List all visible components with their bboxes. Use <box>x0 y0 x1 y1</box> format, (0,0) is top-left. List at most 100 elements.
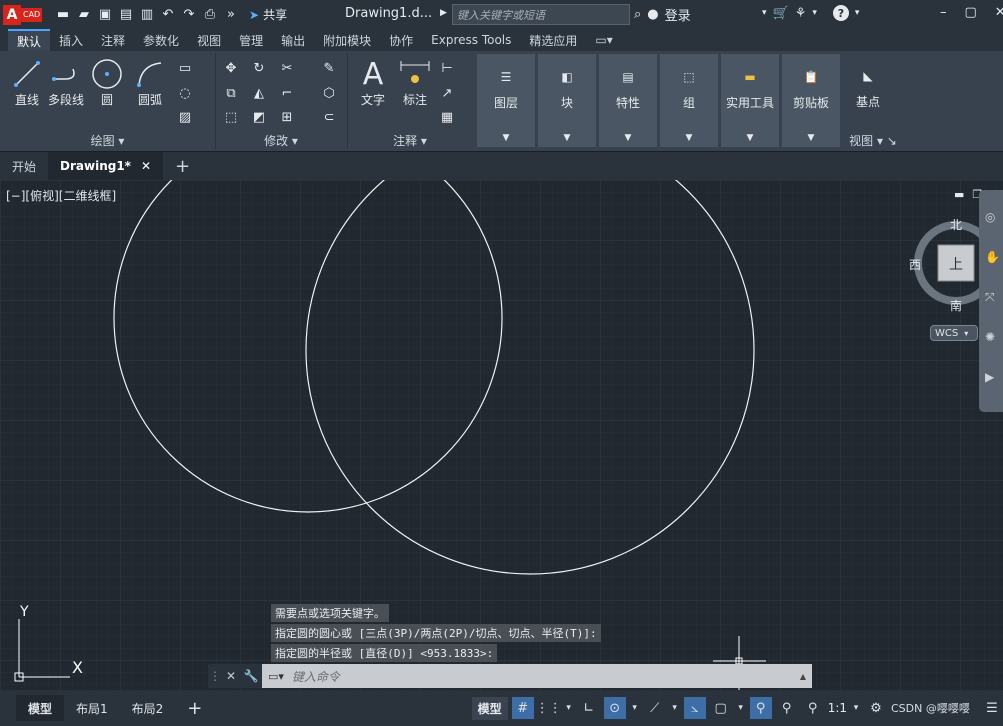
drawing-canvas[interactable]: [−][俯视][二维线框] ▬ ❐ ✕ 北 南 西 东 上 WCS▾ <box>0 180 1003 690</box>
rotate-icon[interactable]: ↻ <box>250 59 268 77</box>
maximize-icon[interactable]: ▢ <box>965 5 977 20</box>
add-layout-button[interactable]: + <box>175 695 214 721</box>
close-icon[interactable]: ✕ <box>995 5 1003 20</box>
mirror-icon[interactable]: ◭ <box>250 84 268 102</box>
ortho-icon[interactable]: ∟ <box>578 697 600 719</box>
tab-default[interactable]: 默认 <box>8 29 51 51</box>
chevron-up-icon[interactable]: ▲ <box>800 672 806 681</box>
hatch-icon[interactable]: ▨ <box>176 108 194 126</box>
steering-wheel-icon[interactable]: ◎ <box>985 210 995 224</box>
viewcube-top-face[interactable]: 上 <box>949 254 963 274</box>
line-tool[interactable]: 直线 <box>10 57 44 108</box>
share-button[interactable]: ➤ 共享 <box>249 6 287 23</box>
clipboard-button[interactable]: 📋 剪贴板 ▼ <box>782 54 840 147</box>
tab-addins[interactable]: 附加模块 <box>314 29 380 51</box>
redo-icon[interactable]: ↷ <box>181 7 197 23</box>
annotation-visibility-icon[interactable]: ⚲ <box>749 697 772 719</box>
annotation-panel-label[interactable]: 注释 ▾ <box>348 132 472 149</box>
user-icon[interactable]: ● <box>647 7 658 22</box>
save-icon[interactable]: ▣ <box>97 7 113 23</box>
annotation-scale-icon[interactable]: ⚲ <box>802 697 824 719</box>
undo-icon[interactable]: ↶ <box>160 7 176 23</box>
login-button[interactable]: 登录 <box>665 5 691 24</box>
grid-icon[interactable]: # <box>511 697 534 719</box>
chevron-down-icon[interactable]: ▾ <box>670 697 680 719</box>
open-folder-icon[interactable]: ▰ <box>76 7 92 23</box>
chevron-down-icon[interactable]: ▾ <box>851 697 861 719</box>
auto-scale-icon[interactable]: ⚲ <box>776 697 798 719</box>
chevron-down-icon[interactable]: ▾ <box>630 697 640 719</box>
compass-west[interactable]: 西 <box>909 256 921 273</box>
showmotion-icon[interactable]: ▶ <box>985 370 994 384</box>
array-icon[interactable]: ⊞ <box>278 108 296 126</box>
tab-insert[interactable]: 插入 <box>50 29 92 51</box>
search-input[interactable]: 键入关键字或短语 <box>452 4 630 25</box>
app-logo[interactable]: A CAD <box>3 4 47 26</box>
cart-icon[interactable]: 🛒 <box>773 6 789 21</box>
new-file-icon[interactable]: ▬ <box>55 7 71 23</box>
tab-express-tools[interactable]: Express Tools <box>422 29 520 51</box>
table-icon[interactable]: ▦ <box>438 108 456 126</box>
minimize-icon[interactable]: – <box>940 5 947 20</box>
tab-start[interactable]: 开始 <box>0 152 48 180</box>
modify-panel-label[interactable]: 修改 ▾ <box>216 132 346 149</box>
tab-drawing1[interactable]: Drawing1* ✕ <box>48 152 164 180</box>
gear-icon[interactable]: ⚙ <box>865 697 887 719</box>
erase-icon[interactable]: ✎ <box>320 59 338 77</box>
tab-parametric[interactable]: 参数化 <box>134 29 188 51</box>
wcs-menu[interactable]: WCS ▾ <box>930 325 978 341</box>
command-input[interactable]: 键入命令 <box>292 668 340 685</box>
arc-tool[interactable]: 圆弧 <box>133 57 167 108</box>
close-icon[interactable]: ✕ <box>141 159 151 173</box>
trim-icon[interactable]: ✂ <box>278 59 296 77</box>
dimension-tool[interactable]: 标注 <box>398 57 432 108</box>
scale-icon[interactable]: ◩ <box>250 108 268 126</box>
object-snap-icon[interactable]: ▢ <box>710 697 732 719</box>
ribbon-toggle-icon[interactable]: ▭▾ <box>586 29 621 51</box>
isometric-icon[interactable]: ⟋ <box>644 697 666 719</box>
compass-south[interactable]: 南 <box>950 297 962 314</box>
view-panel-label[interactable]: 视图 ▾ ↘ <box>843 132 903 149</box>
basepoint-tool[interactable]: ◣ 基点 <box>851 59 885 110</box>
text-tool[interactable]: A 文字 <box>356 57 390 108</box>
leader-icon[interactable]: ↗ <box>438 84 456 102</box>
tab-featured-apps[interactable]: 精选应用 <box>520 29 586 51</box>
layout-tab-2[interactable]: 布局2 <box>120 695 176 721</box>
chevron-down-icon[interactable]: ▾ <box>812 8 817 18</box>
wrench-icon[interactable]: 🔧 <box>240 664 262 688</box>
new-tab-button[interactable]: + <box>163 152 202 180</box>
tab-output[interactable]: 输出 <box>272 29 314 51</box>
drag-handle[interactable]: ⋮ <box>208 664 222 688</box>
circle-tool[interactable]: 圆 <box>90 57 124 108</box>
block-button[interactable]: ◧ 块 ▼ <box>538 54 596 147</box>
ellipse-icon[interactable]: ◌ <box>176 84 194 102</box>
viewport-controls-label[interactable]: [−][俯视][二维线框] <box>6 187 116 204</box>
layout-tab-model[interactable]: 模型 <box>16 695 65 721</box>
more-icon[interactable]: » <box>223 7 239 23</box>
command-prompt-icon[interactable]: ▭▾ <box>268 670 284 683</box>
snap-icon[interactable]: ⋮⋮ <box>536 697 562 719</box>
customization-menu-icon[interactable]: ☰ <box>981 697 1003 719</box>
autodesk-icon[interactable]: ⚘ <box>795 6 807 21</box>
help-icon[interactable]: ? <box>832 5 849 21</box>
polar-tracking-icon[interactable]: ⊙ <box>603 697 626 719</box>
pan-hand-icon[interactable]: ✋ <box>985 250 1000 264</box>
tab-annotate[interactable]: 注释 <box>92 29 134 51</box>
fillet-icon[interactable]: ⌐ <box>278 84 296 102</box>
navigation-bar[interactable]: ◎ ✋ ⤧ ✺ ▶ <box>979 190 1003 412</box>
save-as-icon[interactable]: ▤ <box>118 7 134 23</box>
draw-panel-label[interactable]: 绘图 ▾ <box>0 132 215 149</box>
annotation-scale-value[interactable]: 1:1 <box>828 701 847 715</box>
publish-icon[interactable]: ▥ <box>139 7 155 23</box>
polyline-tool[interactable]: 多段线 <box>48 57 84 108</box>
rectangle-icon[interactable]: ▭ <box>176 59 194 77</box>
tab-collaborate[interactable]: 协作 <box>380 29 422 51</box>
stretch-icon[interactable]: ⬚ <box>222 108 240 126</box>
explode-icon[interactable]: ⬡ <box>320 84 338 102</box>
print-icon[interactable]: ⎙ <box>202 7 218 23</box>
chevron-down-icon[interactable]: ▾ <box>855 8 860 18</box>
layout-tab-1[interactable]: 布局1 <box>64 695 120 721</box>
close-icon[interactable]: ✕ <box>222 664 240 688</box>
model-space-button[interactable]: 模型 <box>471 696 508 720</box>
search-icon[interactable]: ⌕ <box>634 7 641 22</box>
